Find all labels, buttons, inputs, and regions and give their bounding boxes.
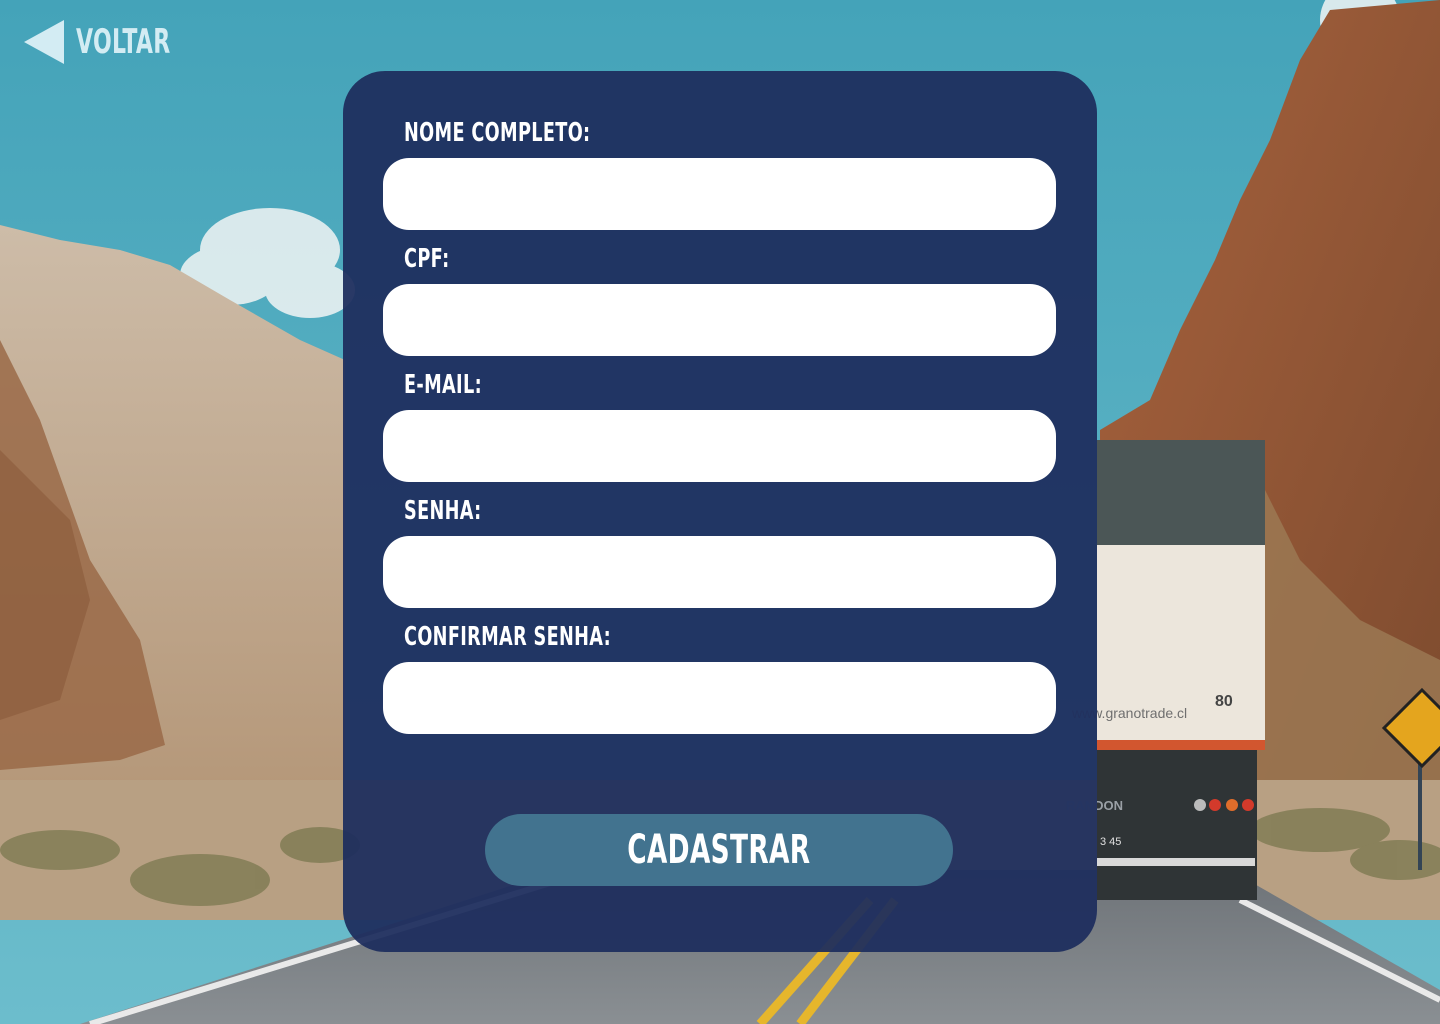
- cpf-label: CPF:: [404, 244, 450, 274]
- plate-text: 3 45: [1100, 836, 1121, 848]
- confirm-password-input[interactable]: [383, 662, 1056, 734]
- full-name-input[interactable]: [383, 158, 1056, 230]
- password-field-group: SENHA:: [383, 496, 1056, 608]
- back-button[interactable]: VOLTAR: [24, 20, 207, 64]
- back-arrow-icon: [24, 20, 64, 64]
- truck-image: [1097, 440, 1265, 900]
- confirm-password-label: CONFIRMAR SENHA:: [404, 622, 612, 652]
- back-label: VOLTAR: [76, 22, 171, 62]
- cpf-input[interactable]: [383, 284, 1056, 356]
- email-input[interactable]: [383, 410, 1056, 482]
- register-button-label: CADASTRAR: [627, 827, 811, 873]
- truck-number-text: 80: [1215, 693, 1233, 710]
- password-input[interactable]: [383, 536, 1056, 608]
- registration-form: NOME COMPLETO: CPF: E-MAIL: SENHA: CONFI…: [343, 71, 1097, 952]
- confirm-password-field-group: CONFIRMAR SENHA:: [383, 622, 1056, 734]
- register-button[interactable]: CADASTRAR: [485, 814, 953, 886]
- full-name-field-group: NOME COMPLETO:: [383, 118, 1056, 230]
- email-field-group: E-MAIL:: [383, 370, 1056, 482]
- password-label: SENHA:: [404, 496, 482, 526]
- full-name-label: NOME COMPLETO:: [404, 118, 591, 148]
- cpf-field-group: CPF:: [383, 244, 1056, 356]
- email-label: E-MAIL:: [404, 370, 482, 400]
